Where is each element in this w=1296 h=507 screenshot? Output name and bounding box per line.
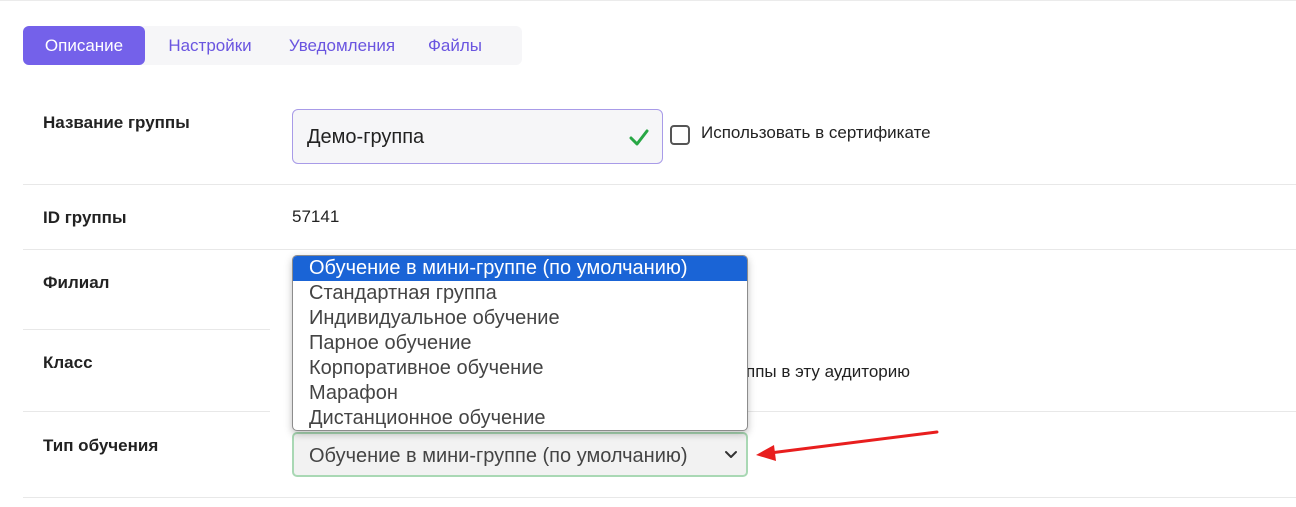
group-id-label: ID группы bbox=[43, 208, 127, 227]
training-type-value: Обучение в мини-группе (по умолчанию) bbox=[309, 445, 688, 467]
tab-settings[interactable]: Настройки bbox=[145, 26, 275, 65]
option-individual[interactable]: Индивидуальное обучение bbox=[293, 306, 747, 331]
training-type-options: Обучение в мини-группе (по умолчанию) Ст… bbox=[292, 255, 748, 431]
row-divider bbox=[748, 411, 1296, 412]
auditorium-hint: ппы в эту аудиторию bbox=[746, 362, 910, 381]
row-divider bbox=[23, 411, 270, 412]
certificate-label[interactable]: Использовать в сертификате bbox=[701, 123, 931, 143]
option-standard-group[interactable]: Стандартная группа bbox=[293, 281, 747, 306]
training-type-select[interactable]: Обучение в мини-группе (по умолчанию) bbox=[292, 432, 748, 477]
class-label: Класс bbox=[43, 353, 93, 372]
option-corporate[interactable]: Корпоративное обучение bbox=[293, 356, 747, 381]
tab-files[interactable]: Файлы bbox=[409, 26, 501, 65]
group-name-label: Название группы bbox=[43, 113, 190, 132]
tab-notifications[interactable]: Уведомления bbox=[275, 26, 409, 65]
option-pair[interactable]: Парное обучение bbox=[293, 331, 747, 356]
group-edit-page: Описание Настройки Уведомления Файлы Наз… bbox=[0, 0, 1296, 507]
option-marathon[interactable]: Марафон bbox=[293, 381, 747, 406]
red-arrow-icon bbox=[756, 430, 939, 461]
tab-bar: Описание Настройки Уведомления Файлы bbox=[23, 26, 522, 65]
row-divider bbox=[23, 497, 1296, 498]
group-name-input[interactable]: Демо-группа bbox=[292, 109, 663, 164]
group-id-value: 57141 bbox=[292, 207, 340, 226]
chevron-down-icon bbox=[725, 451, 737, 458]
training-type-label: Тип обучения bbox=[43, 436, 159, 455]
branch-label: Филиал bbox=[43, 273, 110, 292]
tab-description[interactable]: Описание bbox=[23, 26, 145, 65]
option-distance[interactable]: Дистанционное обучение bbox=[293, 406, 747, 430]
row-divider bbox=[23, 184, 1296, 185]
row-divider bbox=[23, 249, 1296, 250]
top-divider bbox=[0, 0, 1296, 1]
check-icon bbox=[629, 129, 649, 146]
option-mini-group[interactable]: Обучение в мини-группе (по умолчанию) bbox=[293, 256, 747, 281]
group-name-value: Демо-группа bbox=[307, 126, 425, 148]
certificate-checkbox[interactable] bbox=[670, 125, 690, 145]
row-divider bbox=[23, 329, 270, 330]
